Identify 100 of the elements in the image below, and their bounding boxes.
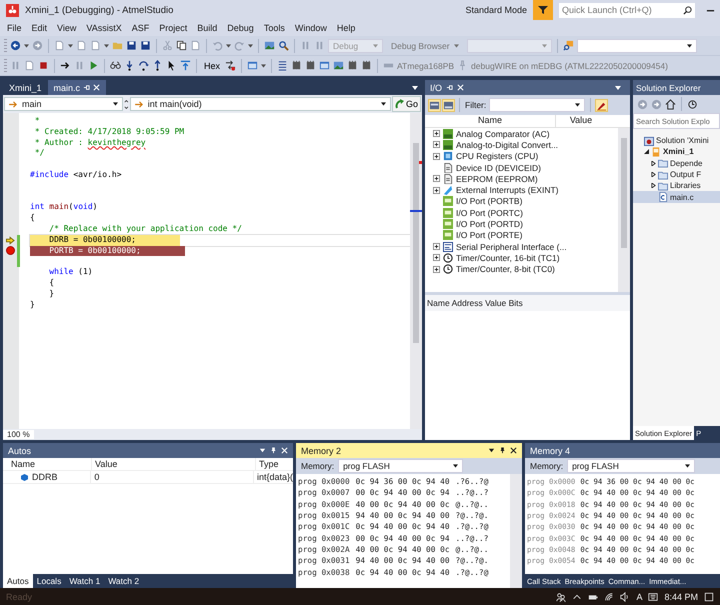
quick-launch-field[interactable]: Quick Launch (Ctrl+Q) xyxy=(559,2,695,18)
save-all-icon[interactable] xyxy=(140,40,151,51)
stop-icon[interactable] xyxy=(38,60,49,71)
window-icon[interactable] xyxy=(247,60,258,71)
caret-icon[interactable] xyxy=(615,86,621,90)
scope-dropdown[interactable]: main xyxy=(4,97,124,111)
wifi-icon[interactable] xyxy=(604,592,614,602)
brush-icon[interactable] xyxy=(596,100,608,110)
menu-item[interactable]: VAssistX xyxy=(81,23,127,33)
copy-icon[interactable] xyxy=(176,40,187,51)
module-name[interactable]: CPU Registers (CPU) xyxy=(456,151,538,162)
expand-icon[interactable] xyxy=(433,186,440,194)
caret-icon[interactable] xyxy=(259,447,266,454)
keyboard-icon[interactable] xyxy=(648,592,658,602)
document-tab[interactable]: Xmini_1 xyxy=(3,80,48,95)
panel-tab[interactable]: Watch 2 xyxy=(104,574,144,588)
module-name[interactable]: I/O Port (PORTC) xyxy=(456,208,523,218)
column-header[interactable]: Value xyxy=(556,115,606,127)
expand-icon[interactable] xyxy=(433,243,440,250)
splitter-icon[interactable] xyxy=(124,98,129,110)
collapsed-arrow-icon[interactable] xyxy=(651,183,656,188)
scrollbar[interactable] xyxy=(618,128,630,292)
picture-icon[interactable] xyxy=(333,60,344,71)
column-header[interactable]: Name xyxy=(425,115,556,127)
menu-item[interactable]: Window xyxy=(290,23,332,33)
column-header[interactable]: Name xyxy=(3,458,92,470)
column-header[interactable]: Value xyxy=(92,458,256,470)
glasses-icon[interactable] xyxy=(110,60,121,71)
menu-item[interactable]: Project xyxy=(154,23,192,33)
caret-icon[interactable] xyxy=(685,464,690,468)
module-name[interactable]: Analog-to-Digital Convert... xyxy=(456,140,558,150)
window-icon[interactable] xyxy=(319,60,330,71)
memory-dropdown[interactable]: prog FLASH xyxy=(338,459,464,473)
module-name[interactable]: Serial Peripheral Interface (... xyxy=(456,242,567,252)
up-arrow-icon[interactable] xyxy=(152,60,163,71)
module-name[interactable]: EEPROM (EEPROM) xyxy=(456,174,538,184)
menu-item[interactable]: Edit xyxy=(26,23,52,33)
find-in-files-icon[interactable] xyxy=(562,40,574,51)
curved-arrow-icon[interactable] xyxy=(138,60,149,71)
menu-item[interactable]: Build xyxy=(192,23,222,33)
hex-button[interactable]: Hex xyxy=(202,60,222,70)
pin-icon[interactable] xyxy=(499,447,506,454)
caret-icon[interactable] xyxy=(686,44,692,48)
menu-item[interactable]: Debug xyxy=(222,23,259,33)
panel-icon[interactable] xyxy=(443,100,454,110)
tree-item[interactable]: Xmini_1 xyxy=(633,146,720,158)
column-header[interactable]: Type xyxy=(256,459,293,469)
tree-item[interactable]: Libraries xyxy=(633,180,720,192)
clock-icon[interactable] xyxy=(687,98,698,110)
panel-tab[interactable]: Autos xyxy=(3,574,33,588)
menu-item[interactable]: Tools xyxy=(258,23,290,33)
search-icon[interactable] xyxy=(683,6,692,14)
caret-icon[interactable] xyxy=(575,103,580,107)
tree-item[interactable]: Depende xyxy=(633,158,720,169)
cursor-icon[interactable] xyxy=(166,60,177,71)
expanded-arrow-icon[interactable] xyxy=(644,149,649,154)
arrow-to-top-icon[interactable] xyxy=(180,60,191,71)
scrollbar[interactable] xyxy=(510,474,522,588)
breakpoint-icon[interactable] xyxy=(6,246,14,256)
expand-icon[interactable] xyxy=(433,130,440,138)
notification-icon[interactable] xyxy=(704,592,714,602)
down-arrow-icon[interactable] xyxy=(124,60,135,71)
memory-dropdown[interactable]: prog FLASH xyxy=(567,459,696,473)
close-icon[interactable] xyxy=(510,447,517,454)
crossed-arrows-icon[interactable] xyxy=(225,60,236,71)
tab-list-caret-icon[interactable] xyxy=(412,86,418,90)
menu-item[interactable]: ASF xyxy=(126,23,154,33)
module-name[interactable]: External Interrupts (EXINT) xyxy=(456,185,559,196)
back-icon[interactable] xyxy=(10,40,21,51)
menu-item[interactable]: Help xyxy=(332,23,360,33)
panel-tab[interactable]: Locals xyxy=(32,574,66,588)
speaker-icon[interactable] xyxy=(620,592,630,602)
caret-icon[interactable] xyxy=(380,102,386,106)
module-name[interactable]: I/O Port (PORTE) xyxy=(456,230,522,240)
module-name[interactable]: Device ID (DEVICEID) xyxy=(456,162,542,173)
filter-button[interactable] xyxy=(533,0,553,20)
input-method-indicator[interactable]: A xyxy=(636,592,642,602)
arrow-icon[interactable] xyxy=(60,60,71,71)
scrollbar[interactable] xyxy=(410,113,422,429)
expand-icon[interactable] xyxy=(433,175,440,182)
clock-time[interactable]: 8:44 PM xyxy=(664,592,698,602)
expand-icon[interactable] xyxy=(433,266,440,273)
expand-icon[interactable] xyxy=(433,152,440,160)
go-button[interactable]: Go xyxy=(392,96,421,112)
menu-item[interactable]: File xyxy=(2,23,27,33)
collapsed-arrow-icon[interactable] xyxy=(651,172,656,178)
module-name[interactable]: Timer/Counter, 8-bit (TC0) xyxy=(456,264,555,274)
panel-tab[interactable]: Watch 1 xyxy=(65,574,104,588)
home-icon[interactable] xyxy=(665,98,676,110)
caret-icon[interactable] xyxy=(453,464,458,468)
picture-icon[interactable] xyxy=(264,40,275,51)
save-icon[interactable] xyxy=(126,40,137,51)
expand-icon[interactable] xyxy=(433,254,440,262)
caret-icon[interactable] xyxy=(113,102,118,106)
zoom-dropdown[interactable]: 100 % xyxy=(3,430,34,439)
collapsed-arrow-icon[interactable] xyxy=(651,160,656,166)
caret-icon[interactable] xyxy=(488,447,495,454)
module-name[interactable]: I/O Port (PORTB) xyxy=(456,196,522,206)
panel-icon[interactable] xyxy=(429,100,440,110)
list-icon[interactable] xyxy=(277,60,288,71)
